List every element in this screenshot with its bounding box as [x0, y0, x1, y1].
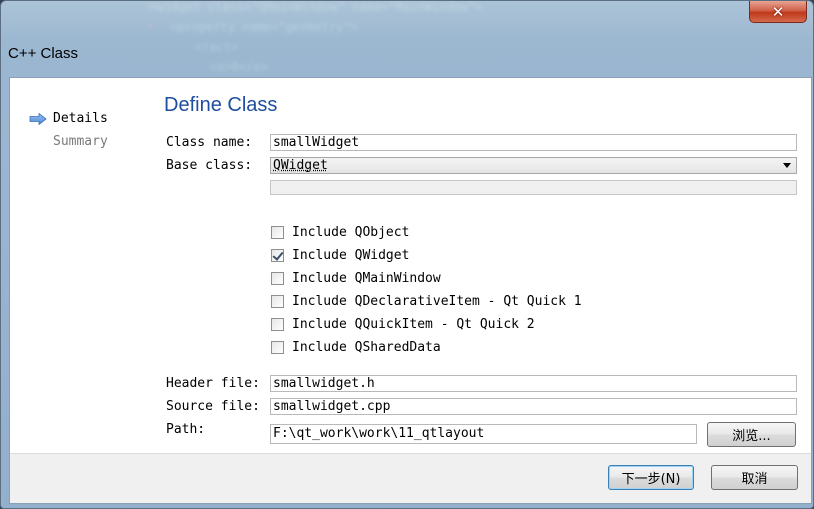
base-class-custom-input — [270, 180, 797, 195]
source-file-input[interactable]: smallwidget.cpp — [270, 398, 797, 415]
include-checkbox-row[interactable]: Include QQuickItem - Qt Quick 2 — [271, 315, 535, 333]
header-file-label: Header file: — [166, 376, 260, 391]
class-name-label: Class name: — [166, 135, 253, 150]
include-qobject-checkbox[interactable] — [271, 225, 284, 239]
close-icon: ✕ — [771, 2, 785, 21]
nav-step-details: Details — [53, 111, 108, 126]
browse-button[interactable]: 浏览... — [707, 422, 796, 447]
page-title: Define Class — [164, 94, 278, 116]
include-qshareddata-label: Include QSharedData — [292, 339, 441, 355]
source-file-label: Source file: — [166, 399, 260, 414]
cancel-button[interactable]: 取消 — [711, 465, 798, 490]
arrow-right-icon — [29, 113, 47, 125]
include-qquickitem-checkbox[interactable] — [271, 317, 284, 331]
dialog-content: Details Summary Define Class Class name:… — [9, 77, 812, 504]
include-qquickitem-label: Include QQuickItem - Qt Quick 2 — [292, 316, 535, 332]
base-class-value: QWidget — [273, 158, 328, 173]
window-title: C++ Class — [8, 45, 79, 62]
include-qwidget-label: Include QWidget — [292, 247, 410, 263]
dialog-footer: 下一步(N) 取消 — [10, 453, 811, 503]
chevron-down-icon — [783, 163, 791, 168]
include-qmainwindow-checkbox[interactable] — [271, 271, 284, 285]
include-qwidget-checkbox[interactable] — [271, 248, 284, 262]
path-input[interactable]: F:\qt_work\work\11_qtlayout — [270, 424, 697, 444]
dialog-window: C++ Class ✕ Details Summary Define Class… — [0, 0, 814, 509]
include-checkbox-row[interactable]: Include QObject — [271, 223, 409, 241]
close-button[interactable]: ✕ — [749, 1, 807, 23]
include-qdeclarativeitem-label: Include QDeclarativeItem - Qt Quick 1 — [292, 293, 582, 309]
next-button[interactable]: 下一步(N) — [608, 465, 694, 490]
include-qobject-label: Include QObject — [292, 224, 410, 240]
path-label: Path: — [166, 422, 206, 437]
include-checkbox-row[interactable]: Include QMainWindow — [271, 269, 441, 287]
include-qmainwindow-label: Include QMainWindow — [292, 270, 441, 286]
header-file-input[interactable]: smallwidget.h — [270, 375, 797, 392]
nav-step-summary: Summary — [53, 134, 108, 149]
base-class-select[interactable]: QWidget — [270, 157, 797, 174]
class-name-input[interactable]: smallWidget — [270, 134, 797, 151]
include-checkbox-row[interactable]: Include QWidget — [271, 246, 409, 264]
base-class-label: Base class: — [166, 158, 253, 173]
include-qshareddata-checkbox[interactable] — [271, 340, 284, 354]
include-checkbox-row[interactable]: Include QDeclarativeItem - Qt Quick 1 — [271, 292, 582, 310]
include-qdeclarativeitem-checkbox[interactable] — [271, 294, 284, 308]
include-checkbox-row[interactable]: Include QSharedData — [271, 338, 441, 356]
